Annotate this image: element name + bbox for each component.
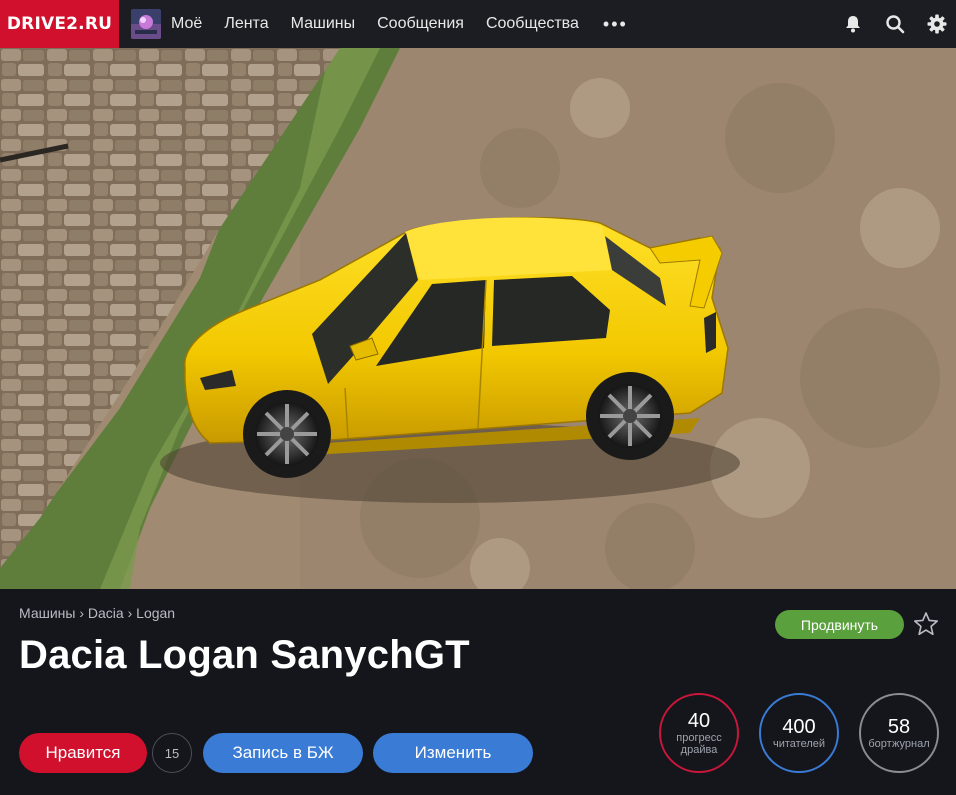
nav-more-menu[interactable]: ••• [603, 14, 628, 35]
promote-button[interactable]: Продвинуть [775, 610, 904, 639]
breadcrumb-cars[interactable]: Машины [19, 605, 75, 621]
bell-icon[interactable] [842, 13, 864, 35]
top-navigation: DRIVE2.RU Моё Лента Машины Сообщения Соо… [0, 0, 956, 48]
car-info-panel: Машины › Dacia › Logan Dacia Logan Sanyc… [0, 589, 956, 795]
readers-value: 400 [782, 716, 816, 738]
like-count-badge: 15 [152, 733, 192, 773]
drive-progress-label: прогресс драйва [676, 732, 722, 756]
gear-icon[interactable] [926, 13, 948, 35]
readers-stat[interactable]: 400 читателей [759, 693, 839, 773]
car-photo[interactable] [0, 48, 956, 589]
breadcrumb-separator: › [127, 605, 133, 621]
search-icon[interactable] [884, 13, 906, 35]
breadcrumb: Машины › Dacia › Logan [19, 605, 175, 621]
nav-item-feed[interactable]: Лента [224, 15, 268, 33]
main-nav: Моё Лента Машины Сообщения Сообщества ••… [171, 0, 628, 48]
header-actions [822, 0, 948, 48]
nav-item-cars[interactable]: Машины [291, 15, 356, 33]
drive-progress-value: 40 [687, 710, 711, 732]
edit-button[interactable]: Изменить [373, 733, 533, 773]
nav-item-mine[interactable]: Моё [171, 15, 202, 33]
logbook-label: бортжурнал [868, 738, 930, 750]
breadcrumb-brand[interactable]: Dacia [88, 605, 124, 621]
breadcrumb-model[interactable]: Logan [136, 605, 175, 621]
nav-item-messages[interactable]: Сообщения [377, 15, 464, 33]
user-avatar[interactable] [131, 9, 161, 39]
breadcrumb-separator: › [79, 605, 85, 621]
like-button[interactable]: Нравится [19, 733, 147, 773]
nav-item-communities[interactable]: Сообщества [486, 15, 579, 33]
site-logo[interactable]: DRIVE2.RU [0, 0, 119, 48]
logbook-stat[interactable]: 58 бортжурнал [859, 693, 939, 773]
logbook-entry-button[interactable]: Запись в БЖ [203, 733, 363, 773]
drive-progress-stat[interactable]: 40 прогресс драйва [659, 693, 739, 773]
logbook-value: 58 [887, 716, 911, 738]
page-title: Dacia Logan SanychGT [19, 633, 470, 677]
readers-label: читателей [772, 738, 825, 750]
star-icon[interactable] [913, 611, 939, 637]
